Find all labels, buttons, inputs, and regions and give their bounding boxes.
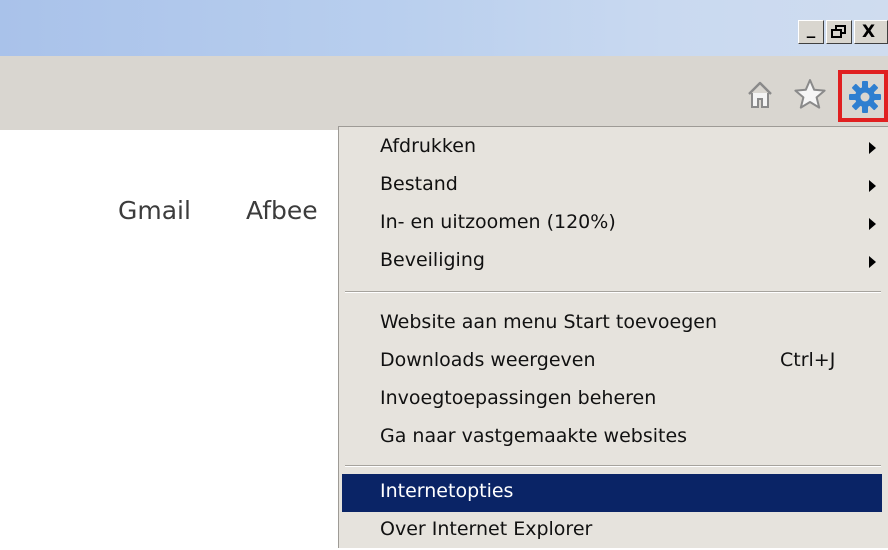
tools-button[interactable]: [838, 70, 888, 122]
submenu-arrow-icon: [869, 256, 876, 268]
menu-item-internet-options[interactable]: Internetopties: [342, 474, 882, 512]
minimize-label: _: [806, 19, 816, 39]
menu-separator: [345, 291, 881, 293]
tools-menu: Afdrukken Bestand In- en uitzoomen (120%…: [338, 126, 888, 548]
menu-item-label: In- en uitzoomen (120%): [380, 211, 616, 233]
gear-icon: [849, 81, 881, 113]
star-icon[interactable]: [794, 78, 826, 110]
menu-item-addons[interactable]: Invoegtoepassingen beheren: [342, 381, 882, 419]
close-label: X: [862, 22, 876, 42]
menu-item-security[interactable]: Beveiliging: [342, 243, 882, 281]
menu-item-label: Ga naar vastgemaakte websites: [380, 425, 688, 447]
menu-item-label: Over Internet Explorer: [380, 518, 593, 540]
menu-item-label: Downloads weergeven: [380, 349, 596, 371]
menu-item-zoom[interactable]: In- en uitzoomen (120%): [342, 205, 882, 243]
menu-separator: [345, 465, 881, 467]
menu-item-downloads[interactable]: Downloads weergeven Ctrl+J: [342, 343, 882, 381]
submenu-arrow-icon: [869, 218, 876, 230]
menu-item-label: Website aan menu Start toevoegen: [380, 311, 718, 333]
restore-icon: [831, 25, 846, 38]
menu-item-print[interactable]: Afdrukken: [342, 129, 882, 167]
menu-item-pinned-sites[interactable]: Ga naar vastgemaakte websites: [342, 419, 882, 457]
title-bar: _ X: [0, 0, 888, 56]
menu-item-file[interactable]: Bestand: [342, 167, 882, 205]
menu-item-label: Bestand: [380, 173, 458, 195]
menu-item-label: Invoegtoepassingen beheren: [380, 387, 657, 409]
close-button[interactable]: X: [854, 20, 888, 44]
images-link[interactable]: Afbee: [246, 196, 318, 225]
menu-item-label: Beveiliging: [380, 249, 485, 271]
menu-item-add-to-start[interactable]: Website aan menu Start toevoegen: [342, 305, 882, 343]
home-icon[interactable]: [746, 80, 774, 110]
menu-item-label: Internetopties: [380, 480, 514, 502]
gmail-link[interactable]: Gmail: [118, 196, 191, 225]
submenu-arrow-icon: [869, 180, 876, 192]
submenu-arrow-icon: [869, 142, 876, 154]
menu-item-label: Afdrukken: [380, 135, 476, 157]
menu-item-shortcut: Ctrl+J: [780, 349, 836, 371]
restore-button[interactable]: [826, 20, 852, 44]
menu-item-about-ie[interactable]: Over Internet Explorer: [342, 512, 882, 550]
minimize-button[interactable]: _: [798, 19, 824, 44]
